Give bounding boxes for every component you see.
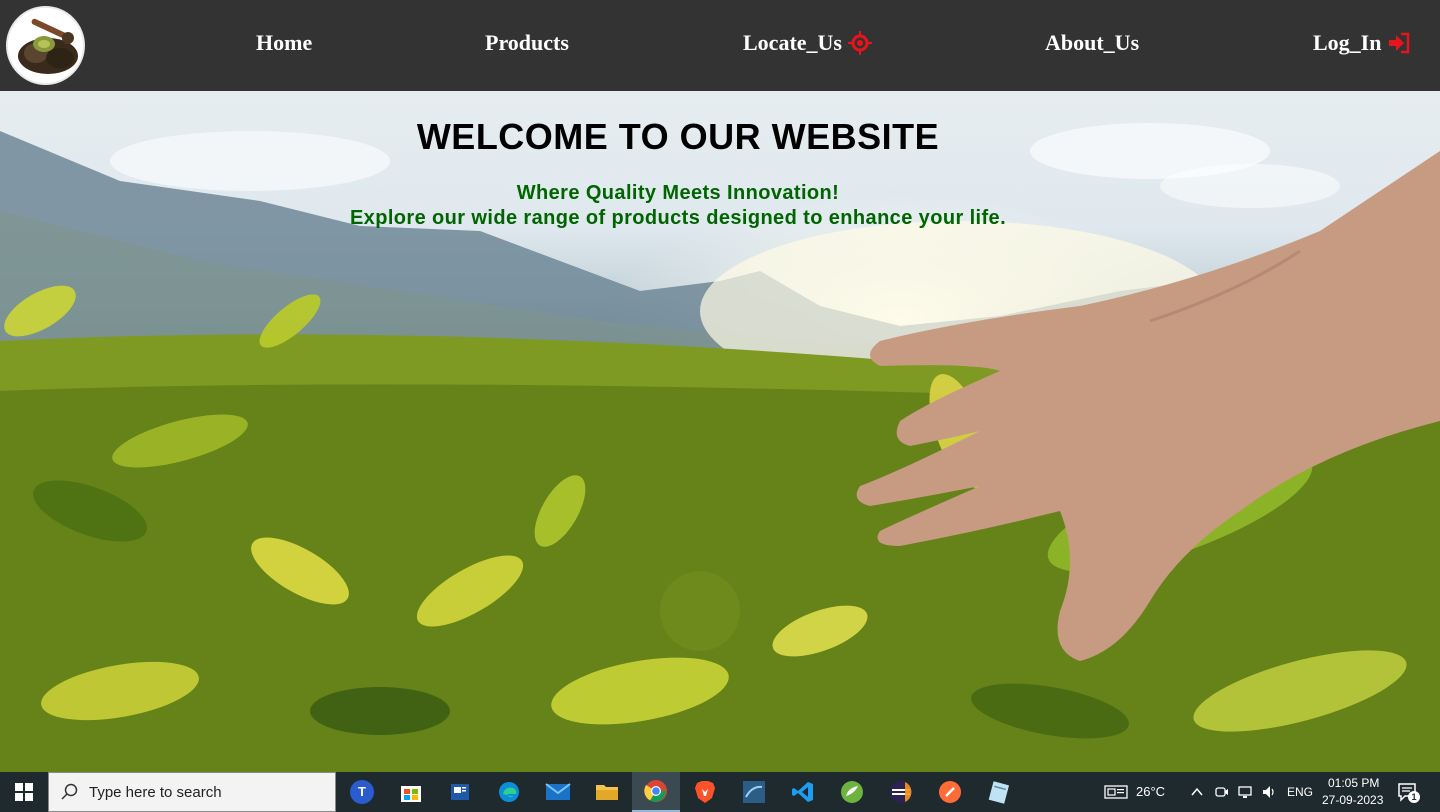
language-indicator[interactable]: ENG [1287, 785, 1313, 799]
nav-home-label: Home [256, 30, 313, 55]
nav-login-label: Log_In [1313, 30, 1382, 55]
search-icon [61, 783, 78, 800]
store-icon[interactable] [387, 772, 435, 812]
network-icon[interactable] [1237, 784, 1253, 800]
nav-login-link[interactable]: Log_In [1313, 30, 1411, 56]
login-arrow-icon [1389, 32, 1410, 54]
nav-home-link[interactable]: Home [256, 30, 312, 56]
start-button[interactable] [0, 772, 48, 812]
hero-title: WELCOME TO OUR WEBSITE [416, 116, 940, 157]
chevron-up-icon[interactable] [1189, 784, 1205, 800]
tea-leaves-logo [8, 8, 83, 83]
edge-icon[interactable] [485, 772, 533, 812]
chrome-icon[interactable] [632, 772, 680, 812]
search-input[interactable] [89, 783, 319, 801]
hero-subtitle-line2: Explore our wide range of products desig… [349, 207, 1007, 229]
nav-locate-us-link[interactable]: Locate_Us [743, 30, 872, 56]
notification-badge: 1 [1408, 791, 1420, 803]
vscode-icon[interactable] [779, 772, 827, 812]
eclipse-icon[interactable] [877, 772, 925, 812]
nav-locate-us-label: Locate_Us [743, 30, 842, 55]
nav-products-label: Products [485, 30, 569, 55]
site-logo[interactable] [6, 6, 85, 85]
meet-now-icon[interactable] [1213, 784, 1229, 800]
hero-banner: WELCOME TO OUR WEBSITE Where Quality Mee… [0, 91, 1440, 772]
clock-time[interactable]: 01:05 PM [1328, 776, 1379, 790]
postman-icon[interactable] [926, 772, 974, 812]
nav-products-link[interactable]: Products [485, 30, 569, 56]
brave-icon[interactable] [681, 772, 729, 812]
notepad-icon[interactable] [975, 772, 1023, 812]
nav-about-us-label: About_Us [1045, 30, 1140, 55]
mysql-workbench-icon[interactable] [730, 772, 778, 812]
file-explorer-icon[interactable] [583, 772, 631, 812]
volume-icon[interactable] [1261, 784, 1277, 800]
weather-temperature[interactable]: 26°C [1136, 784, 1165, 799]
teams-icon[interactable]: T [338, 772, 386, 812]
windows-taskbar: T 26°C ENG [0, 772, 1440, 812]
top-navbar: Home Products Locate_Us About_Us Log_In [0, 0, 1440, 91]
news-icon[interactable] [436, 772, 484, 812]
weather-icon[interactable] [1104, 784, 1128, 800]
spring-tools-icon[interactable] [828, 772, 876, 812]
location-target-icon [847, 31, 872, 55]
taskbar-search-box[interactable] [48, 772, 336, 812]
nav-about-us-link[interactable]: About_Us [1045, 30, 1139, 56]
clock-date[interactable]: 27-09-2023 [1322, 793, 1383, 807]
hero-subtitle-line1: Where Quality Meets Innovation! [516, 182, 840, 204]
notification-center-button[interactable]: 1 [1396, 780, 1420, 804]
windows-logo-icon [15, 783, 33, 801]
mail-icon[interactable] [534, 772, 582, 812]
